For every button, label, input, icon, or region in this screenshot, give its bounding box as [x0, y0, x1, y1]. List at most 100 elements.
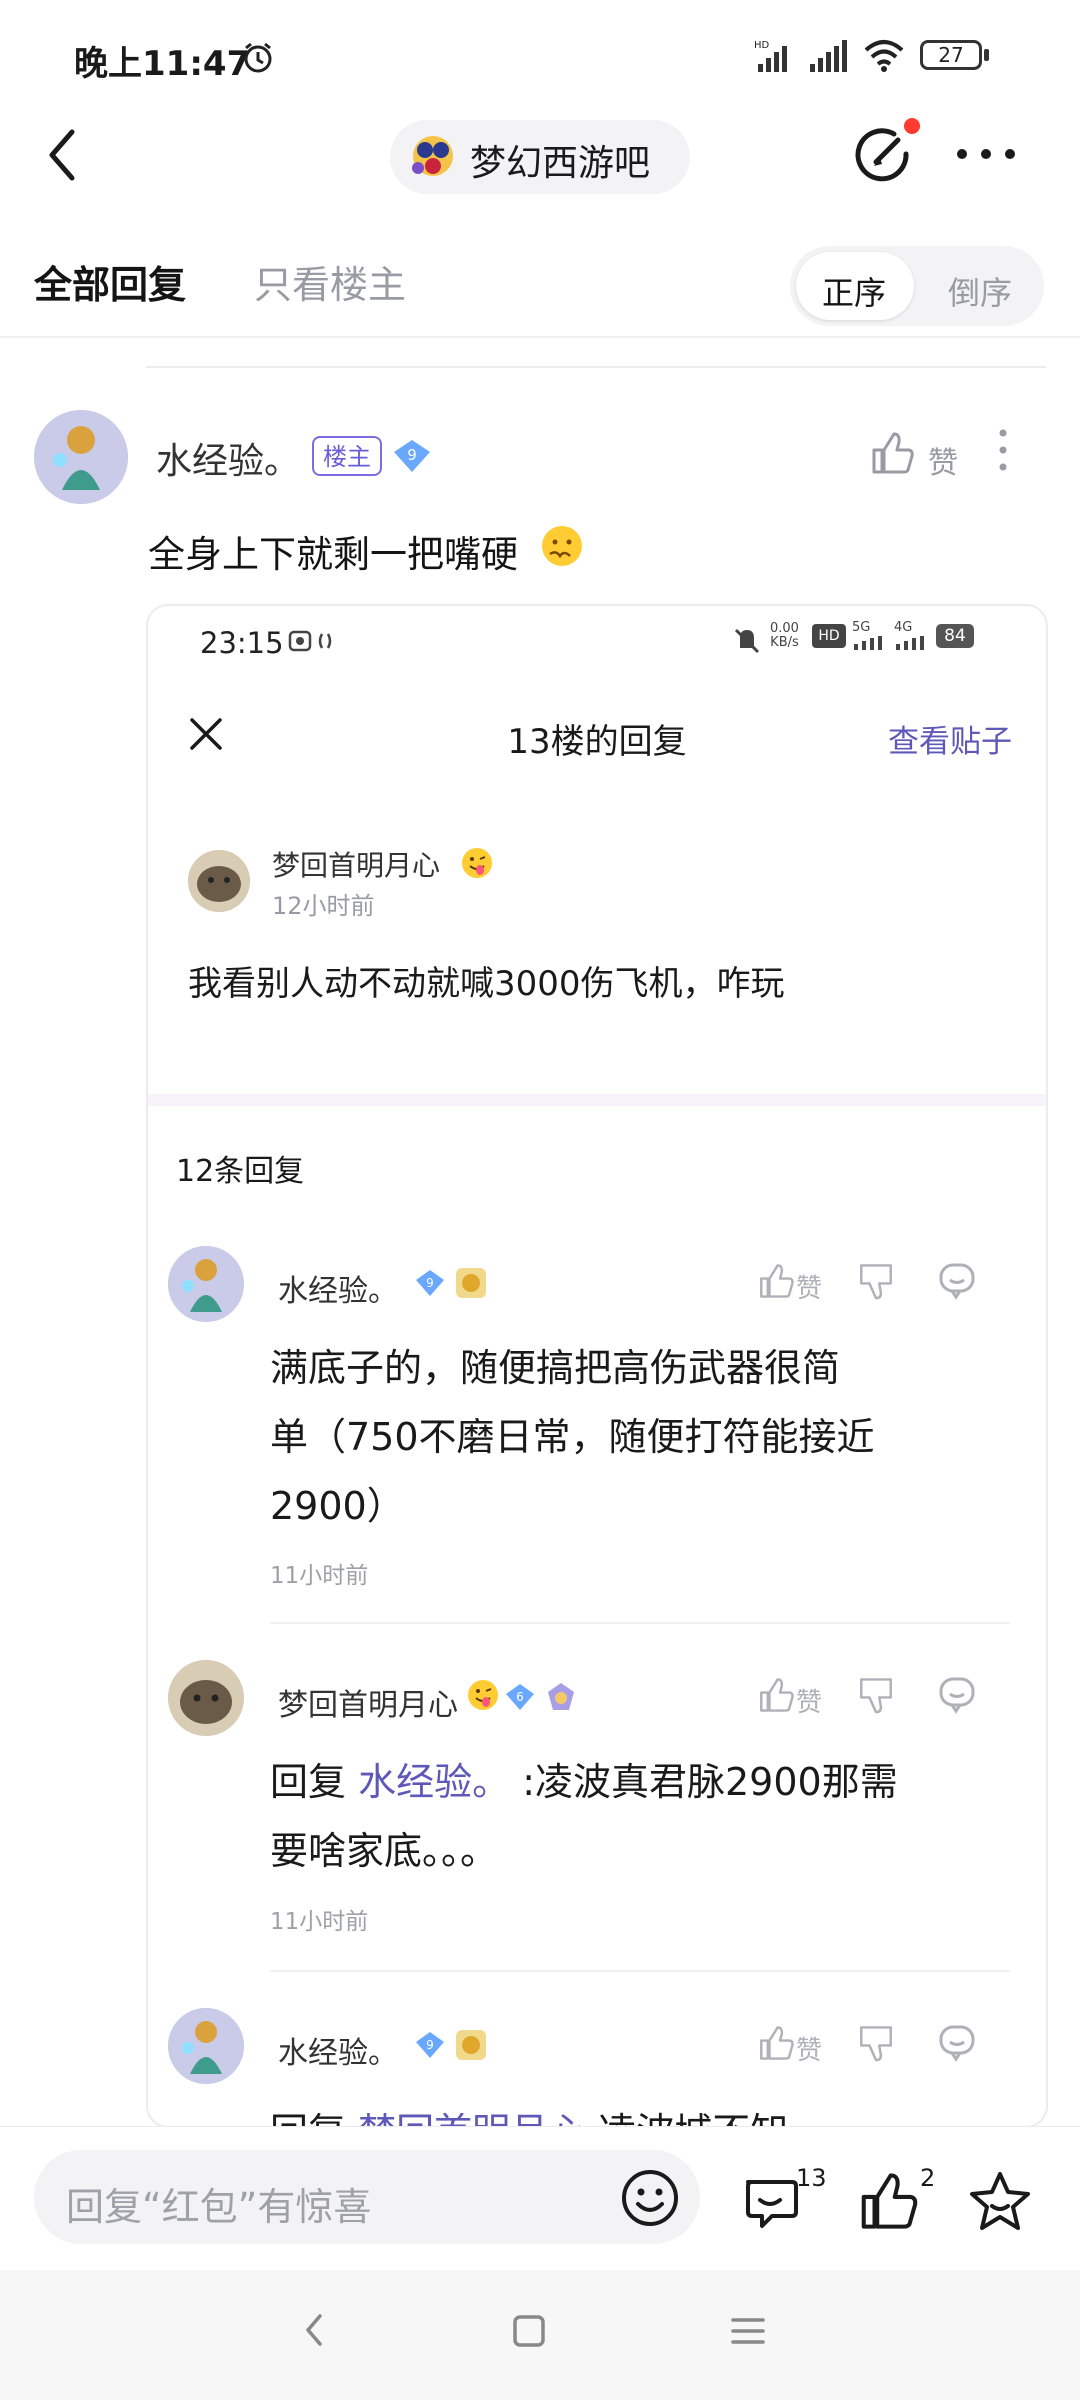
reply-like-icon[interactable]	[758, 1262, 794, 1300]
reply-like-label[interactable]: 赞	[796, 1682, 822, 1719]
battery-indicator: 27	[920, 40, 982, 70]
embedded-signal-5g: 5G	[852, 620, 871, 635]
mention-link[interactable]: 水经验。	[358, 1760, 510, 1804]
host-badge: 楼主	[312, 436, 382, 476]
embedded-hd-badge: HD	[812, 624, 846, 648]
level-badge-icon: 9	[414, 2030, 446, 2060]
emoji-icon	[540, 524, 584, 568]
tab-only-host[interactable]: 只看楼主	[254, 254, 406, 309]
embedded-net-unit: KB/s	[770, 635, 799, 650]
op-author-name[interactable]: 水经验。	[156, 432, 300, 484]
reply-author-name[interactable]: 水经验。	[278, 1266, 398, 1310]
reply-level-number: 9	[426, 1276, 434, 1290]
edit-post-button[interactable]	[850, 122, 914, 186]
star-favorite-icon[interactable]	[968, 2170, 1032, 2232]
reply-author-name[interactable]: 梦回首明月心	[278, 1680, 458, 1724]
embedded-signal-bars-2	[894, 636, 930, 650]
reply-text: 回复 梦回首明月心 凌波城不知	[270, 2098, 990, 2126]
reply-time: 11小时前	[270, 1563, 369, 1589]
content-divider	[146, 366, 1046, 368]
level-badge-icon: 9	[392, 438, 432, 474]
nav-back-icon[interactable]	[302, 2310, 326, 2350]
reply-like-icon[interactable]	[758, 2024, 794, 2062]
forum-name[interactable]: 梦幻西游吧	[470, 134, 650, 186]
reply-text-line: 2900）	[270, 1484, 405, 1528]
tab-all-replies[interactable]: 全部回复	[34, 254, 186, 309]
alarm-icon	[240, 40, 276, 76]
reply-comment-icon[interactable]	[938, 2024, 976, 2062]
emoji-picker-icon[interactable]	[620, 2168, 680, 2228]
thumbs-up-icon[interactable]	[858, 2170, 918, 2232]
reply-comment-icon[interactable]	[938, 1262, 976, 1300]
level-badge-icon: 6	[504, 1682, 536, 1712]
reply-prefix: 回复	[270, 1760, 347, 1804]
tongue-emoji-icon	[460, 846, 494, 880]
status-time: 晚上11:47	[74, 44, 251, 84]
signal-icon	[808, 38, 850, 74]
nav-home-icon[interactable]	[512, 2314, 546, 2348]
comment-count: 13	[796, 2164, 827, 2192]
floor-author-name[interactable]: 梦回首明月心	[272, 844, 440, 884]
avatar[interactable]	[34, 410, 128, 504]
battery-tip	[984, 49, 989, 61]
embedded-status-icons	[288, 628, 348, 654]
forum-logo-icon	[408, 128, 458, 184]
reply-text-line: :凌波真君脉2900那需	[510, 1760, 898, 1804]
embedded-status-time: 23:15	[200, 626, 284, 660]
battery-level: 27	[938, 43, 964, 67]
more-icon[interactable]	[956, 148, 1016, 160]
op-like-label[interactable]: 赞	[928, 438, 958, 482]
embedded-battery: 84	[936, 624, 974, 648]
reply-dislike-icon[interactable]	[858, 2024, 894, 2062]
reply-avatar[interactable]	[168, 1660, 244, 1736]
svg-text:HD: HD	[754, 40, 770, 51]
reply-like-label[interactable]: 赞	[796, 1268, 822, 1305]
reply-like-label[interactable]: 赞	[796, 2030, 822, 2067]
reply-text-line: 单（750不磨日常，随便打符能接近	[270, 1415, 875, 1459]
nav-menu-icon[interactable]	[730, 2316, 766, 2346]
op-level-number: 9	[407, 446, 417, 464]
floor-author-avatar[interactable]	[188, 850, 250, 912]
medal-icon	[544, 1680, 578, 1714]
medal-icon	[454, 1266, 488, 1300]
reply-avatar[interactable]	[168, 1246, 244, 1322]
level-badge-icon: 9	[414, 1268, 446, 1298]
reply-text: 满底子的，随便搞把高伤武器很简 单（750不磨日常，随便打符能接近 2900）	[270, 1334, 990, 1541]
medal-icon	[454, 2028, 488, 2062]
reply-level-number: 9	[426, 2038, 434, 2052]
reply-like-icon[interactable]	[758, 1676, 794, 1714]
signal-hd-icon: HD	[752, 38, 800, 74]
post-more-icon[interactable]	[998, 428, 1008, 472]
order-asc-label[interactable]: 正序	[822, 268, 886, 314]
tab-divider	[0, 336, 1080, 338]
tongue-emoji-icon	[466, 1678, 500, 1712]
reply-count: 12条回复	[176, 1154, 305, 1189]
reply-comment-icon[interactable]	[938, 1676, 976, 1714]
reply-divider	[270, 1970, 1010, 1972]
back-button[interactable]	[44, 128, 84, 182]
reply-dislike-icon[interactable]	[858, 1262, 894, 1300]
reply-author-name[interactable]: 水经验。	[278, 2028, 398, 2072]
order-desc-button[interactable]: 倒序	[948, 268, 1012, 314]
reply-dislike-icon[interactable]	[858, 1676, 894, 1714]
reply-avatar[interactable]	[168, 2008, 244, 2084]
embedded-mute-icon	[732, 626, 762, 656]
reply-text-line: 要啥家底。。。	[270, 1829, 499, 1873]
floor-time: 12小时前	[272, 892, 375, 920]
embedded-section-divider	[148, 1094, 1046, 1106]
like-count: 2	[920, 2164, 936, 2192]
wifi-icon	[862, 38, 906, 74]
embedded-signal-4g: 4G	[894, 620, 913, 635]
post-text: 全身上下就剩一把嘴硬	[148, 533, 518, 576]
notification-dot	[904, 118, 920, 134]
reply-text-line: 满底子的，随便搞把高伤武器很简	[270, 1346, 841, 1390]
thumbs-up-icon[interactable]	[870, 430, 914, 476]
view-post-link[interactable]: 查看贴子	[888, 716, 1012, 761]
comment-icon[interactable]	[740, 2172, 800, 2232]
floor-content: 我看别人动不动就喊3000伤飞机，咋玩	[188, 964, 785, 1004]
embedded-screenshot[interactable]: 23:15 0.00 KB/s HD 5G 4G 84 13楼的回复 查看贴子 …	[146, 604, 1048, 2128]
embedded-signal-bars-1	[852, 636, 888, 650]
embedded-net-value: 0.00	[770, 621, 799, 636]
reply-input-placeholder[interactable]: 回复“红包”有惊喜	[66, 2176, 371, 2231]
embedded-net-speed: 0.00 KB/s	[770, 622, 799, 650]
